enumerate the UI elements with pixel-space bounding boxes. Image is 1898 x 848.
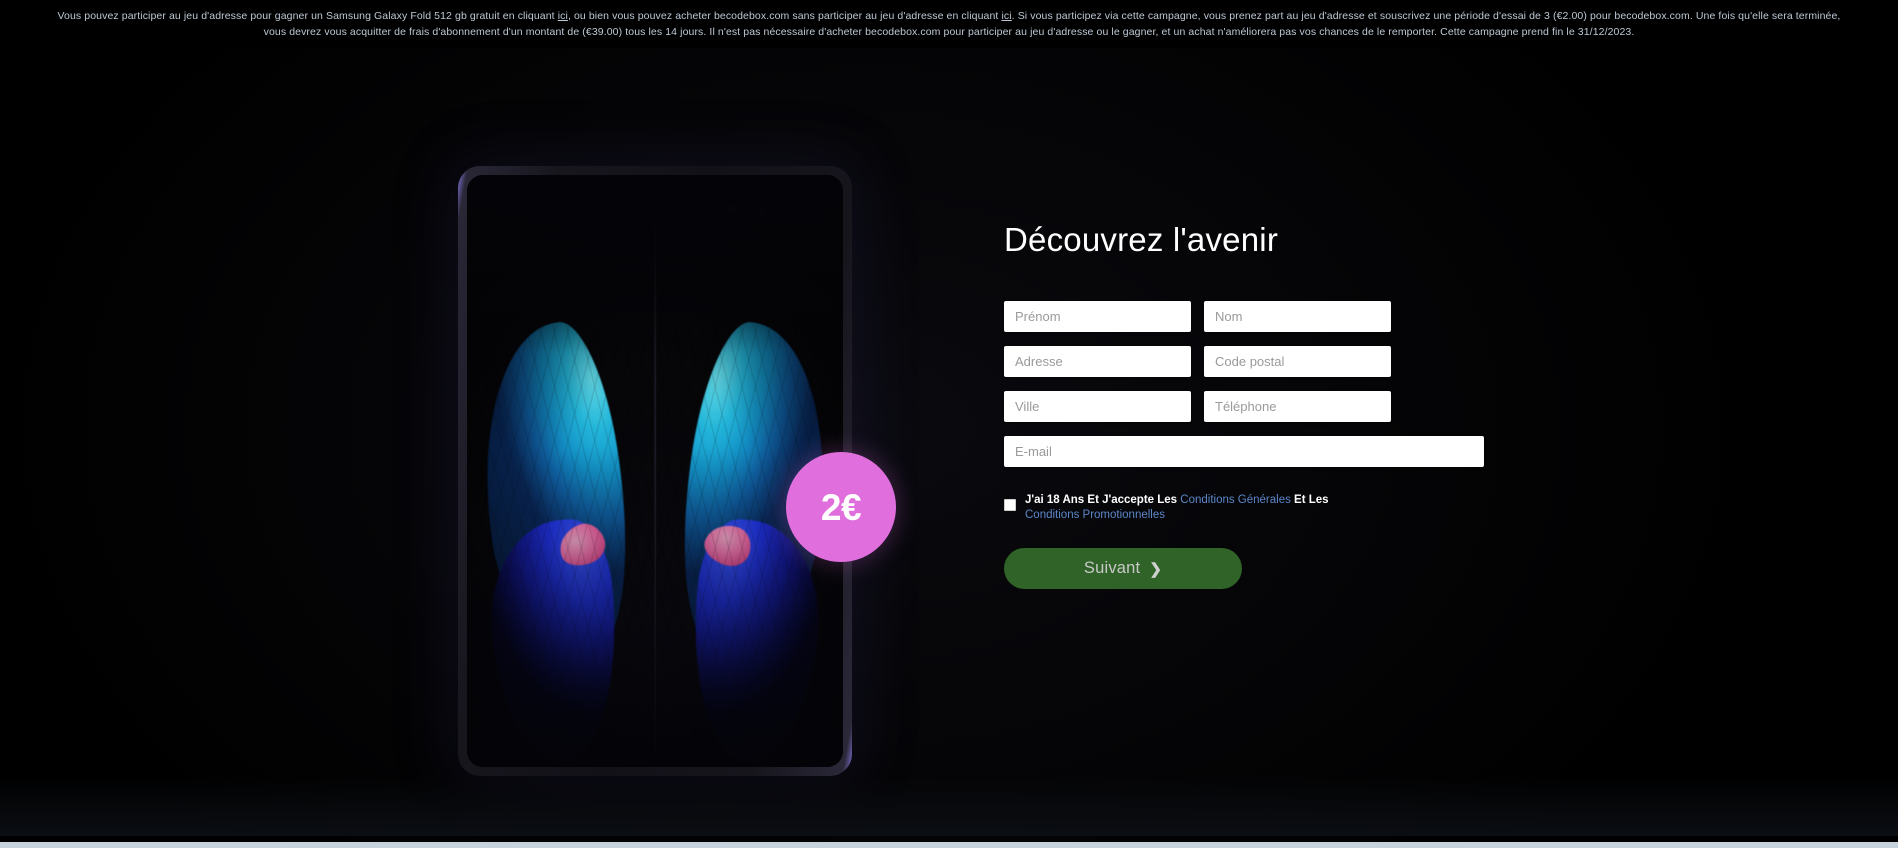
postal-code-input[interactable] [1204, 346, 1391, 377]
city-input[interactable] [1004, 391, 1191, 422]
submit-button[interactable]: Suivant ❯ [1004, 548, 1242, 589]
email-input[interactable] [1004, 436, 1484, 467]
page-title: Découvrez l'avenir [1004, 221, 1279, 258]
disclaimer-part1: Vous pouvez participer au jeu d'adresse … [57, 10, 558, 22]
terms-label: J'ai 18 Ans Et J'accepte Les Conditions … [1025, 493, 1356, 523]
form-row-email [1004, 436, 1484, 467]
terms-text-middle: Et Les [1290, 494, 1329, 506]
phone-camera-island [705, 199, 825, 222]
price-badge-amount: 2€ [820, 486, 862, 528]
form-row-name [1004, 301, 1484, 332]
terms-checkbox[interactable] [1004, 499, 1016, 511]
camera-lens-icon-2 [758, 206, 767, 215]
phone-input[interactable] [1204, 391, 1391, 422]
phone-fold-bottom-notch [643, 753, 667, 767]
phone-fold-top-notch [645, 175, 665, 189]
first-name-input[interactable] [1004, 301, 1191, 332]
submit-button-label: Suivant [1083, 559, 1141, 577]
footer-strip [0, 842, 1898, 848]
phone-screen [467, 175, 843, 767]
footer-gradient [0, 776, 1898, 836]
form-row-address [1004, 346, 1484, 377]
camera-lens-icon-1 [728, 206, 737, 215]
phone-fold-seam [653, 175, 657, 767]
terms-text-before: J'ai 18 Ans Et J'accepte Les [1025, 494, 1181, 506]
address-input[interactable] [1004, 346, 1191, 377]
last-name-input[interactable] [1204, 301, 1391, 332]
terms-acceptance-row: J'ai 18 Ans Et J'accepte Les Conditions … [1004, 493, 1356, 523]
product-image-samsung-galaxy-fold [398, 126, 912, 826]
form-row-city-phone [1004, 391, 1484, 422]
terms-link-conditions-promotionnelles[interactable]: Conditions Promotionnelles [1025, 509, 1165, 521]
disclaimer-part2: , ou bien vous pouvez acheter becodebox.… [567, 10, 1002, 22]
signup-form: Découvrez l'avenir J'ai 18 Ans Et J'acce… [1004, 220, 1484, 589]
chevron-right-icon: ❯ [1149, 560, 1163, 578]
terms-link-conditions-generales[interactable]: Conditions Générales [1180, 494, 1291, 506]
disclaimer-link-ici-2[interactable]: ici [1001, 10, 1011, 22]
hero-stage: 2€ Découvrez l'avenir J'ai 18 [0, 48, 1898, 842]
legal-disclaimer: Vous pouvez participer au jeu d'adresse … [0, 0, 1898, 48]
phone-body [458, 166, 852, 776]
price-badge: 2€ [786, 452, 896, 562]
promo-landing-page: Vous pouvez participer au jeu d'adresse … [0, 0, 1898, 848]
disclaimer-link-ici-1[interactable]: ici [558, 10, 568, 22]
